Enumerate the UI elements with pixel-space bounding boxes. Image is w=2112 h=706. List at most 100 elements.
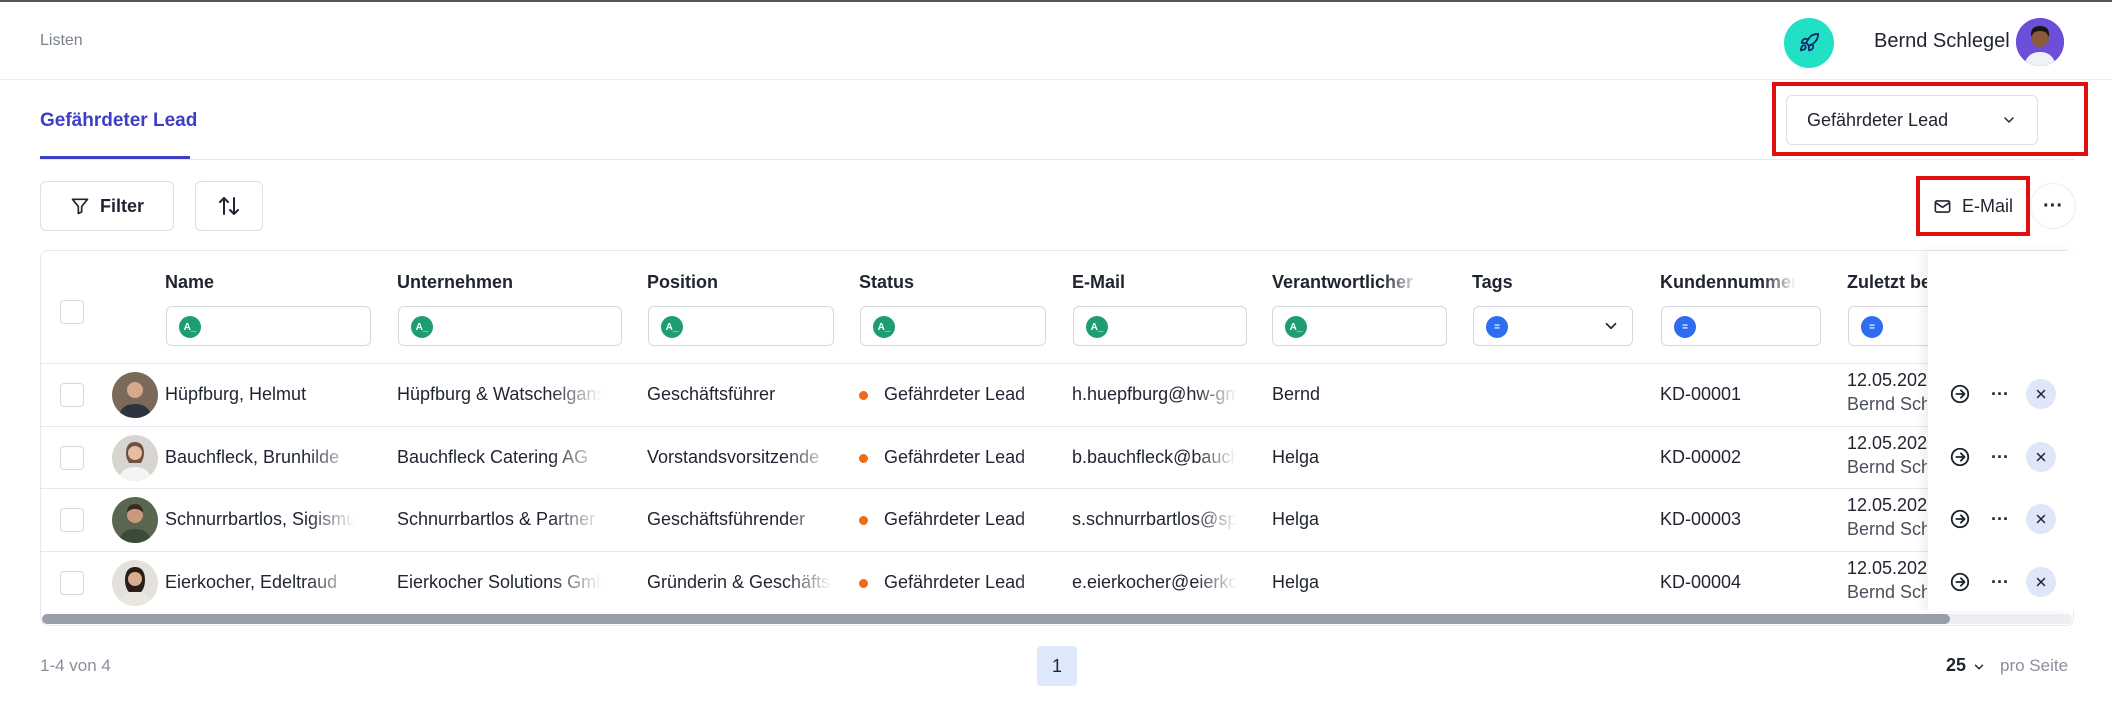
- remove-row-button[interactable]: [2026, 567, 2056, 597]
- horizontal-scrollbar-thumb[interactable]: [42, 614, 1950, 624]
- close-icon: [2036, 389, 2046, 399]
- cell-customer-number: KD-00004: [1660, 572, 1742, 592]
- email-button-label: E-Mail: [1961, 195, 2013, 216]
- select-all-checkbox[interactable]: [60, 300, 84, 324]
- text-filter-icon: A_: [1285, 316, 1307, 338]
- owner-filter-input[interactable]: A_: [1272, 306, 1447, 346]
- column-header-position[interactable]: Position: [647, 272, 837, 293]
- open-row-button[interactable]: [1945, 504, 1975, 534]
- cell-company: Schnurrbartlos & Partner: [397, 509, 596, 529]
- column-header-last-edited[interactable]: Zuletzt bearbeitet: [1847, 272, 1927, 293]
- row-more-button[interactable]: ···: [1985, 567, 2015, 597]
- text-filter-icon: A_: [179, 316, 201, 338]
- rocket-icon: [1799, 32, 1820, 52]
- user-avatar[interactable]: [2016, 18, 2064, 66]
- arrow-right-circle-icon: [1950, 509, 1970, 529]
- position-filter-input[interactable]: A_: [648, 306, 834, 346]
- tab-gefaehrdeter-lead[interactable]: Gefährdeter Lead: [40, 110, 197, 132]
- cell-email[interactable]: e.eierkocher@eierkocher.de: [1072, 572, 1237, 593]
- cell-email[interactable]: h.huepfburg@hw-gmbh.de: [1072, 384, 1237, 405]
- remove-row-button[interactable]: [2026, 442, 2056, 472]
- column-header-tags[interactable]: Tags: [1472, 272, 1632, 293]
- cell-status: Gefährdeter Lead: [859, 509, 1069, 530]
- mail-icon: [1934, 199, 1951, 213]
- table-row[interactable]: Schnurrbartlos, Sigismund Schnurrbartlos…: [40, 489, 2074, 551]
- tags-filter-select[interactable]: =: [1473, 306, 1633, 346]
- text-filter-icon: A_: [873, 316, 895, 338]
- row-checkbox[interactable]: [60, 383, 84, 407]
- per-page-select[interactable]: 25: [1946, 655, 1966, 676]
- avatar: [112, 435, 158, 481]
- avatar: [112, 372, 158, 418]
- text-filter-icon: A_: [661, 316, 683, 338]
- column-header-owner[interactable]: Verantwortlicher: [1272, 272, 1420, 293]
- status-filter-input[interactable]: A_: [860, 306, 1046, 346]
- row-more-button[interactable]: ···: [1985, 504, 2015, 534]
- table-row[interactable]: Hüpfburg, Helmut Hüpfburg & Watschelgans…: [40, 364, 2074, 426]
- email-filter-input[interactable]: A_: [1073, 306, 1247, 346]
- remove-row-button[interactable]: [2026, 504, 2056, 534]
- column-header-email[interactable]: E-Mail: [1072, 272, 1242, 293]
- breadcrumb[interactable]: Listen: [40, 32, 83, 50]
- status-label: Gefährdeter Lead: [884, 447, 1026, 467]
- status-label: Gefährdeter Lead: [884, 509, 1026, 529]
- cell-position: Geschäftsführer: [647, 384, 776, 404]
- results-count: 1-4 von 4: [40, 656, 111, 675]
- status-dot: [859, 453, 868, 463]
- more-options-button[interactable]: ···: [2030, 183, 2076, 229]
- text-filter-icon: A_: [411, 316, 433, 338]
- text-filter-icon: A_: [1086, 316, 1108, 338]
- cell-email[interactable]: s.schnurrbartlos@sp.de: [1072, 509, 1237, 530]
- row-checkbox[interactable]: [60, 508, 84, 532]
- email-button[interactable]: E-Mail: [1924, 183, 2022, 229]
- avatar: [112, 497, 158, 543]
- chevron-down-icon[interactable]: [1972, 660, 1986, 674]
- user-name[interactable]: Bernd Schlegel: [1874, 30, 2010, 53]
- equals-filter-icon: =: [1674, 316, 1696, 338]
- cell-customer-number: KD-00002: [1660, 447, 1742, 467]
- remove-row-button[interactable]: [2026, 379, 2056, 409]
- status-dot: [859, 390, 868, 400]
- ellipsis-icon: ···: [1991, 446, 2009, 467]
- tab-active-indicator: [40, 156, 190, 159]
- page-button-1[interactable]: 1: [1037, 646, 1077, 686]
- column-header-name[interactable]: Name: [165, 272, 365, 293]
- view-select[interactable]: Gefährdeter Lead: [1786, 95, 2038, 145]
- open-row-button[interactable]: [1945, 379, 1975, 409]
- open-row-button[interactable]: [1945, 442, 1975, 472]
- row-checkbox[interactable]: [60, 446, 84, 470]
- sort-arrows-icon: [219, 197, 239, 215]
- ellipsis-icon: ···: [1991, 383, 2009, 404]
- cell-customer-number: KD-00001: [1660, 384, 1742, 404]
- cell-last-edited-date: 12.05.2025: [1847, 433, 1927, 453]
- row-more-button[interactable]: ···: [1985, 379, 2015, 409]
- column-header-company[interactable]: Unternehmen: [397, 272, 617, 293]
- cell-last-edited-by: Bernd Schlegel: [1847, 394, 1927, 414]
- open-row-button[interactable]: [1945, 567, 1975, 597]
- per-page-label: pro Seite: [2000, 656, 2069, 675]
- rocket-button[interactable]: [1784, 18, 1834, 68]
- filter-button[interactable]: Filter: [40, 181, 174, 231]
- table-row[interactable]: Bauchfleck, Brunhilde Bauchfleck Caterin…: [40, 427, 2074, 489]
- row-checkbox[interactable]: [60, 571, 84, 595]
- cell-name: Hüpfburg, Helmut: [165, 384, 307, 404]
- column-header-status[interactable]: Status: [859, 272, 1039, 293]
- company-filter-input[interactable]: A_: [398, 306, 622, 346]
- equals-filter-icon: =: [1861, 316, 1883, 338]
- cell-position: Geschäftsführender: [647, 509, 806, 529]
- row-actions-column: ··· ··· ··· ···: [1928, 251, 2074, 611]
- row-more-button[interactable]: ···: [1985, 442, 2015, 472]
- cell-company: Hüpfburg & Watschelgans: [397, 384, 602, 404]
- view-select-value: Gefährdeter Lead: [1807, 109, 1949, 130]
- filter-button-label: Filter: [99, 195, 144, 216]
- status-dot: [859, 515, 868, 525]
- customer-number-filter-input[interactable]: =: [1661, 306, 1821, 346]
- cell-last-edited-by: Bernd Schlegel: [1847, 457, 1927, 477]
- cell-company: Eierkocher Solutions GmbH: [397, 572, 602, 592]
- sort-button[interactable]: [195, 181, 263, 231]
- name-filter-input[interactable]: A_: [166, 306, 371, 346]
- table-row[interactable]: Eierkocher, Edeltraud Eierkocher Solutio…: [40, 552, 2074, 614]
- cell-position: Vorstandsvorsitzende: [647, 447, 820, 467]
- column-header-customer-number[interactable]: Kundennummer: [1660, 272, 1796, 293]
- cell-email[interactable]: b.bauchfleck@bauchfleck.de: [1072, 447, 1237, 468]
